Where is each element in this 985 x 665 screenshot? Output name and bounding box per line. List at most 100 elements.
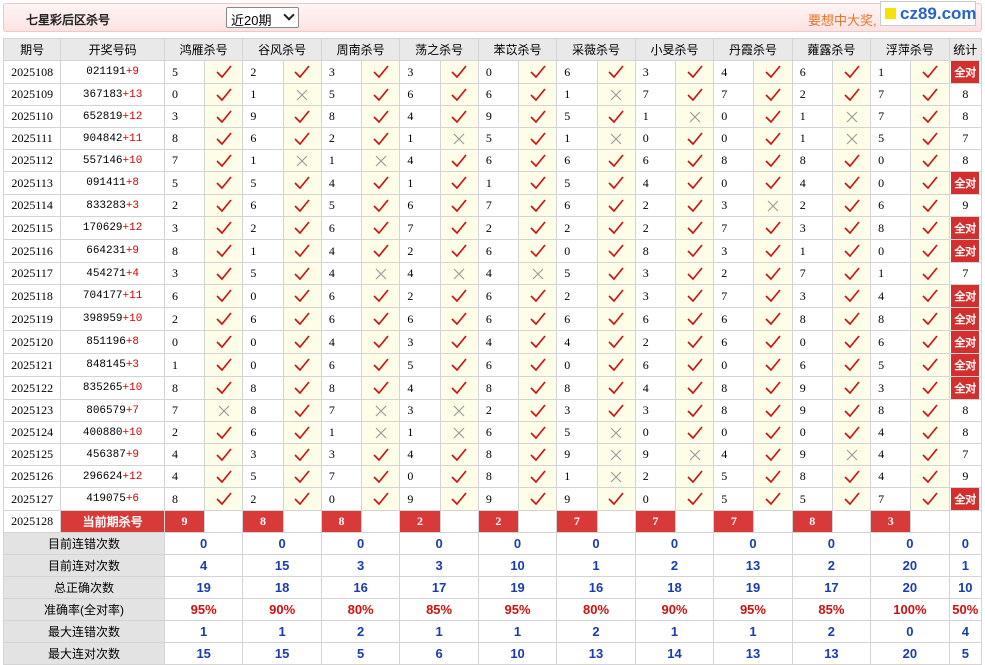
col-expert[interactable]: 苯苡杀号 xyxy=(477,38,558,61)
check-icon xyxy=(439,487,479,511)
col-expert[interactable]: 丹霞杀号 xyxy=(713,38,793,61)
blank-cell xyxy=(910,510,950,533)
site-logo[interactable]: cz89.com xyxy=(880,1,977,26)
kill-number: 5 xyxy=(320,194,363,217)
check-icon xyxy=(518,216,558,240)
col-expert[interactable]: 蕹露杀号 xyxy=(791,38,872,61)
stat-cell: 8 xyxy=(948,399,983,422)
stat-value: 0 xyxy=(870,620,950,643)
current-kill-number: 2 xyxy=(399,510,441,533)
col-expert[interactable]: 荡之杀号 xyxy=(399,38,479,61)
kill-number: 0 xyxy=(634,421,676,444)
check-icon xyxy=(674,262,715,285)
check-icon xyxy=(518,307,558,331)
draw-cell: 367183+13 xyxy=(60,83,165,106)
kill-number: 8 xyxy=(163,376,206,400)
logo-text: cz89.com xyxy=(900,4,977,23)
cross-icon xyxy=(674,105,715,128)
kill-number-table: 期号 开奖号码 鸿雁杀号 谷风杀号 周南杀号 荡之杀号 苯苡杀号 采薇杀号 小旻… xyxy=(2,38,983,665)
check-icon xyxy=(596,149,636,172)
kill-number: 6 xyxy=(163,284,206,308)
draw-cell: 557146+10 xyxy=(60,149,165,172)
check-icon xyxy=(361,83,401,106)
kill-number: 0 xyxy=(870,149,912,172)
draw-front: 456387 xyxy=(86,448,126,461)
kill-number: 4 xyxy=(634,376,676,400)
stat-value: 80% xyxy=(320,598,401,621)
check-icon xyxy=(831,399,872,422)
draw-back: +13 xyxy=(122,88,143,101)
kill-number: 0 xyxy=(242,330,284,354)
kill-number: 5 xyxy=(556,262,598,285)
draw-back: +11 xyxy=(122,132,143,145)
kill-number: 6 xyxy=(477,353,520,377)
kill-number: 6 xyxy=(713,307,755,331)
stat-value: 50% xyxy=(948,598,983,621)
col-expert[interactable]: 小旻杀号 xyxy=(634,38,715,61)
check-icon xyxy=(753,105,793,128)
col-draw: 开奖号码 xyxy=(60,38,165,61)
stat-value: 0 xyxy=(320,532,401,555)
stat-value: 19 xyxy=(477,576,558,599)
table-row: 2025123 806579+7 7 8 7 3 2 3 3 8 9 8 8 xyxy=(2,399,983,422)
kill-number: 5 xyxy=(242,171,284,195)
kill-number: 4 xyxy=(556,330,598,354)
kill-number: 8 xyxy=(870,399,912,422)
col-stat: 统计 xyxy=(948,38,983,61)
cross-icon xyxy=(439,421,479,444)
check-icon xyxy=(204,421,244,444)
check-icon xyxy=(282,353,322,377)
kill-number: 8 xyxy=(320,105,363,128)
kill-number: 9 xyxy=(791,376,833,400)
stat-value: 1 xyxy=(399,620,479,643)
kill-number: 7 xyxy=(713,284,755,308)
check-icon xyxy=(910,60,950,84)
kill-number: 9 xyxy=(634,443,676,466)
kill-number: 8 xyxy=(556,376,598,400)
period-select[interactable]: 近20期 xyxy=(226,7,299,28)
check-icon xyxy=(518,83,558,106)
check-icon xyxy=(910,171,950,195)
draw-back: +10 xyxy=(122,426,143,439)
table-row: 2025112 557146+10 7 1 1 4 6 6 6 8 8 0 8 xyxy=(2,149,983,172)
check-icon xyxy=(831,353,872,377)
stat-value: 13 xyxy=(713,554,793,577)
check-icon xyxy=(910,83,950,106)
check-icon xyxy=(361,216,401,240)
col-expert[interactable]: 周南杀号 xyxy=(320,38,401,61)
stat-value: 100% xyxy=(870,598,950,621)
kill-number: 8 xyxy=(477,376,520,400)
draw-back: +3 xyxy=(125,199,140,212)
kill-number: 3 xyxy=(870,376,912,400)
check-icon xyxy=(204,239,244,263)
stat-cell: 全对 xyxy=(948,487,983,511)
table-row: 2025118 704177+11 6 0 6 2 6 2 3 7 3 4 全对 xyxy=(2,284,983,308)
col-expert[interactable]: 采薇杀号 xyxy=(556,38,636,61)
stat-row: 最大连错次数 1 1 2 1 1 2 1 1 2 0 4 xyxy=(3,620,983,643)
check-icon xyxy=(596,60,636,84)
kill-number: 0 xyxy=(320,487,363,511)
kill-number: 1 xyxy=(320,421,363,444)
cross-icon xyxy=(596,83,636,106)
check-icon xyxy=(831,149,872,172)
check-icon xyxy=(910,127,950,150)
stat-value: 16 xyxy=(556,576,636,599)
kill-number: 5 xyxy=(399,353,441,377)
kill-number: 0 xyxy=(556,353,598,377)
check-icon xyxy=(282,399,322,422)
kill-number: 8 xyxy=(163,239,206,263)
stat-cell: 9 xyxy=(948,194,983,217)
check-icon xyxy=(753,421,793,444)
check-icon xyxy=(439,194,479,217)
current-label: 当前期杀号 xyxy=(60,510,165,533)
col-expert[interactable]: 浮萍杀号 xyxy=(870,38,950,61)
draw-cell: 664231+9 xyxy=(60,239,165,263)
draw-back: +9 xyxy=(125,66,140,78)
kill-number: 1 xyxy=(791,105,833,128)
check-icon xyxy=(831,194,872,217)
check-icon xyxy=(674,194,715,217)
col-expert[interactable]: 鸿雁杀号 xyxy=(163,38,244,61)
col-expert[interactable]: 谷风杀号 xyxy=(242,38,322,61)
promo-text[interactable]: 要想中大奖, xyxy=(808,10,877,29)
current-kill-number: 8 xyxy=(242,510,284,533)
